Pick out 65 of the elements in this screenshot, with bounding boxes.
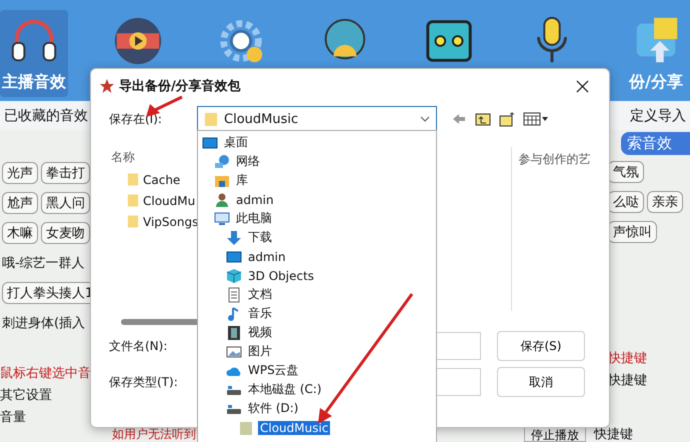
location-option[interactable]: 音乐 <box>246 305 274 322</box>
sound-chip[interactable]: 声惊叫 <box>608 221 657 243</box>
location-option[interactable]: 此电脑 <box>234 210 274 227</box>
sound-chip[interactable]: 木嘛 <box>2 222 38 244</box>
picture-icon <box>226 344 242 360</box>
location-option[interactable]: CloudMusic <box>258 420 330 434</box>
location-option[interactable]: WPS云盘 <box>246 362 301 379</box>
other-settings-label[interactable]: 其它设置 <box>0 386 52 404</box>
sound-chip[interactable]: 尬声 <box>2 192 38 214</box>
file-type-label: 保存类型(T): <box>108 374 179 390</box>
location-option[interactable]: 下载 <box>246 229 274 246</box>
folder-icon <box>238 420 254 436</box>
hint-text: 鼠标右键选中音 <box>0 365 91 382</box>
sound-chip[interactable]: 女麦吻 <box>41 222 90 244</box>
star-icon <box>99 78 115 94</box>
back-arrow-icon[interactable] <box>451 111 467 127</box>
location-option[interactable]: 桌面 <box>222 134 250 151</box>
view-menu-icon[interactable] <box>523 111 549 127</box>
sound-chip[interactable]: 气氛 <box>608 161 644 183</box>
download-icon <box>226 230 242 246</box>
dialog-title: 导出备份/分享音效包 <box>119 78 242 95</box>
user-icon <box>214 192 230 208</box>
sound-chip[interactable]: 亲亲 <box>647 191 683 213</box>
sound-item[interactable]: 哦-综艺一群人 <box>2 254 85 272</box>
sound-chip[interactable]: 光声 <box>2 162 38 184</box>
search-tab[interactable]: 索音效 <box>621 132 690 155</box>
new-folder-icon[interactable] <box>499 111 515 127</box>
location-option[interactable]: admin <box>234 192 276 206</box>
location-option[interactable]: 网络 <box>234 153 262 170</box>
desktop-icon <box>202 134 218 150</box>
location-option[interactable]: 视频 <box>246 324 274 341</box>
favorites-tab[interactable]: 已收藏的音效 <box>4 106 88 125</box>
location-option[interactable]: 本地磁盘 (C:) <box>246 381 324 398</box>
location-option[interactable]: admin <box>246 250 288 264</box>
location-option[interactable]: 文档 <box>246 286 274 303</box>
folder-icon <box>204 111 218 127</box>
sound-chip[interactable]: 黑人问 <box>41 192 90 214</box>
column-header[interactable]: 参与创作的艺 <box>511 147 595 311</box>
sound-chip[interactable]: 拳击打 <box>41 162 90 184</box>
desktop-icon <box>226 248 242 264</box>
location-option[interactable]: 图片 <box>246 343 274 360</box>
cancel-button[interactable]: 取消 <box>497 367 585 397</box>
location-option[interactable]: 库 <box>234 172 250 189</box>
location-option[interactable]: 3D Objects <box>246 268 316 282</box>
folder-icon <box>127 214 139 229</box>
network-icon <box>214 154 230 170</box>
location-option[interactable]: 软件 (D:) <box>246 400 300 417</box>
folder-icon <box>127 172 139 187</box>
toolbar-item[interactable]: 主播音效 <box>0 10 68 97</box>
up-folder-icon[interactable] <box>475 111 491 127</box>
document-icon <box>226 286 242 302</box>
sound-chip[interactable]: 么哒 <box>608 191 644 213</box>
hint-text: 如用户无法听到 <box>112 426 196 442</box>
save-button[interactable]: 保存(S) <box>497 331 585 361</box>
computer-icon <box>214 210 230 226</box>
import-tab[interactable]: 定义导入 <box>630 106 686 125</box>
caret-icon <box>420 116 430 122</box>
folder-icon <box>127 193 139 208</box>
cube-icon <box>226 268 242 284</box>
shortcut-label: 快捷键 <box>594 426 633 442</box>
close-icon[interactable] <box>576 80 589 92</box>
volume-label: 音量 <box>0 409 26 426</box>
filename-label: 文件名(N): <box>108 338 168 354</box>
sound-item[interactable]: 刺进身体(插入 <box>2 314 86 332</box>
video-icon <box>226 324 242 340</box>
